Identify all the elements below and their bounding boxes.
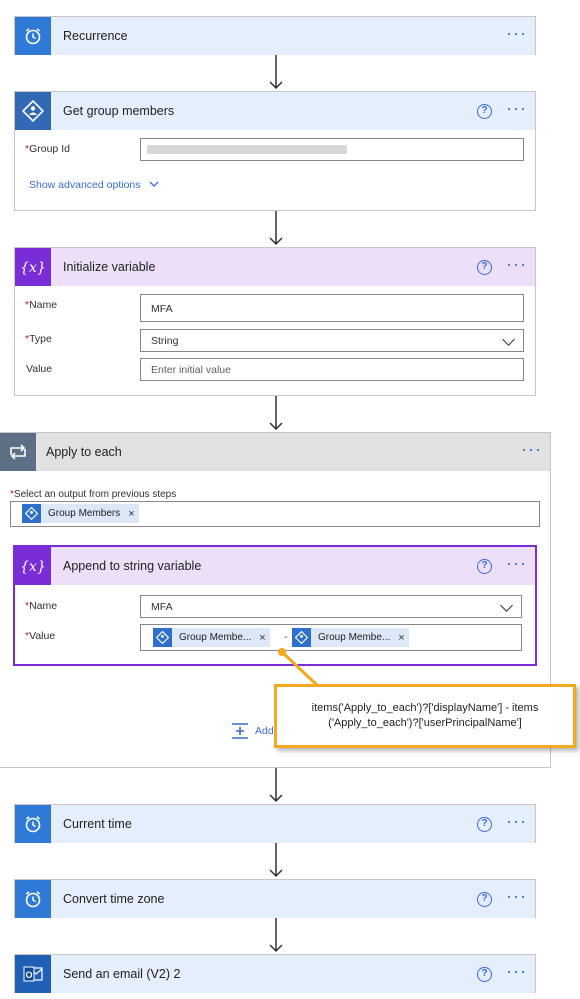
connector-arrow	[269, 211, 283, 246]
value-label: *Value	[25, 630, 56, 642]
type-label: *Type	[25, 333, 52, 345]
chevron-down-icon	[500, 599, 513, 612]
show-advanced-options-link[interactable]: Show advanced options	[29, 179, 159, 191]
dynamic-content-token[interactable]: Group Members ×	[22, 504, 139, 523]
alarm-clock-icon	[15, 17, 51, 55]
svg-text:{x}: {x}	[21, 260, 45, 276]
more-options-icon[interactable]: ···	[506, 554, 527, 572]
variable-name-select[interactable]: MFA	[140, 595, 522, 618]
step-title: Apply to each	[46, 445, 122, 459]
azure-ad-icon	[22, 504, 41, 523]
value-label: Value	[26, 363, 53, 375]
help-icon[interactable]: ?	[477, 966, 493, 982]
step-current-time[interactable]: Current time ? ···	[14, 804, 536, 843]
step-title: Get group members	[63, 104, 175, 118]
step-title: Initialize variable	[63, 260, 156, 274]
step-title: Send an email (V2) 2	[63, 967, 181, 981]
variable-value-input[interactable]: Enter initial value	[140, 358, 524, 381]
select-output-label: *Select an output from previous steps	[10, 489, 177, 500]
step-send-email[interactable]: O Send an email (V2) 2 ? ···	[14, 954, 536, 993]
name-label: *Name	[25, 299, 58, 311]
svg-text:O: O	[25, 970, 32, 980]
variable-type-select[interactable]: String	[140, 329, 524, 352]
group-id-field[interactable]	[140, 138, 524, 161]
azure-ad-icon	[15, 92, 51, 130]
more-options-icon[interactable]: ···	[506, 255, 527, 273]
step-title: Current time	[63, 817, 132, 831]
step-recurrence[interactable]: Recurrence ···	[14, 16, 536, 55]
variable-name-input[interactable]: MFA	[140, 294, 524, 322]
add-action-icon	[232, 723, 248, 739]
remove-token-icon[interactable]: ×	[259, 632, 265, 644]
append-value-field[interactable]: Group Membe... × - Group Membe... ×	[140, 624, 522, 651]
step-header[interactable]: {x} Append to string variable	[15, 547, 535, 585]
token-separator: -	[284, 631, 288, 643]
outlook-icon: O	[15, 955, 51, 993]
help-icon[interactable]: ?	[477, 103, 493, 119]
more-options-icon[interactable]: ···	[506, 24, 527, 42]
help-icon[interactable]: ?	[477, 891, 493, 907]
chevron-down-icon	[502, 333, 515, 346]
more-options-icon[interactable]: ···	[506, 812, 527, 830]
step-header[interactable]: O Send an email (V2) 2	[15, 955, 535, 993]
azure-ad-icon	[153, 628, 172, 647]
step-title: Convert time zone	[63, 892, 165, 906]
select-output-field[interactable]: Group Members ×	[10, 501, 540, 527]
add-action-button[interactable]: Add	[231, 723, 274, 739]
connector-arrow	[269, 843, 283, 878]
step-header[interactable]: {x} Initialize variable	[15, 248, 535, 286]
step-header[interactable]: Current time	[15, 805, 535, 843]
step-initialize-variable[interactable]: {x} Initialize variable ? ··· *Name MFA …	[14, 247, 536, 396]
remove-token-icon[interactable]: ×	[128, 508, 134, 520]
dynamic-content-token[interactable]: Group Membe... ×	[153, 628, 270, 647]
remove-token-icon[interactable]: ×	[398, 632, 404, 644]
step-header[interactable]: Convert time zone	[15, 880, 535, 918]
more-options-icon[interactable]: ···	[506, 99, 527, 117]
step-convert-time-zone[interactable]: Convert time zone ? ···	[14, 879, 536, 918]
more-options-icon[interactable]: ···	[506, 962, 527, 980]
connector-arrow	[269, 396, 283, 431]
group-id-label: *Group Id	[25, 143, 70, 155]
chevron-down-icon	[149, 181, 159, 187]
more-options-icon[interactable]: ···	[521, 440, 542, 458]
connector-arrow	[269, 768, 283, 803]
expression-callout: items('Apply_to_each')?['displayName'] -…	[274, 684, 576, 748]
variable-icon: {x}	[15, 547, 51, 585]
alarm-clock-icon	[15, 805, 51, 843]
alarm-clock-icon	[15, 880, 51, 918]
step-header[interactable]: Apply to each	[0, 433, 550, 471]
step-header[interactable]: Get group members	[15, 92, 535, 130]
help-icon[interactable]: ?	[477, 259, 493, 275]
step-get-group-members[interactable]: Get group members ? ··· *Group Id Show a…	[14, 91, 536, 211]
more-options-icon[interactable]: ···	[506, 887, 527, 905]
help-icon[interactable]: ?	[477, 558, 493, 574]
loop-icon	[0, 433, 36, 471]
variable-icon: {x}	[15, 248, 51, 286]
name-label: *Name	[25, 600, 58, 612]
connector-arrow	[269, 918, 283, 953]
step-title: Recurrence	[63, 29, 128, 43]
connector-arrow	[269, 55, 283, 90]
redacted-value	[147, 145, 347, 154]
svg-text:{x}: {x}	[21, 559, 45, 575]
step-title: Append to string variable	[63, 559, 202, 573]
step-header[interactable]: Recurrence	[15, 17, 535, 55]
help-icon[interactable]: ?	[477, 816, 493, 832]
